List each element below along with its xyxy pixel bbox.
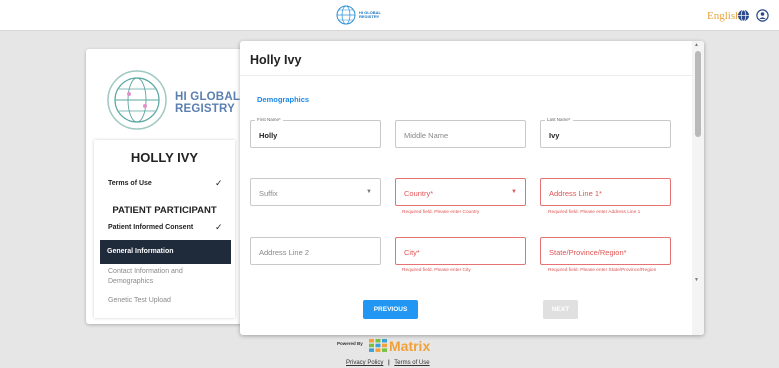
last-name-field[interactable]: Last Name* Ivy	[540, 117, 671, 148]
matrix-brand: Matrix	[389, 338, 431, 354]
state-field[interactable]: State/Province/Region*	[540, 237, 671, 265]
user-account-icon[interactable]	[756, 9, 769, 22]
country-placeholder: Country*	[404, 189, 434, 198]
suffix-select[interactable]: Suffix ▼	[250, 178, 381, 206]
header-logo-text: HI GLOBAL REGISTRY	[359, 10, 383, 20]
demographics-section-link[interactable]: Demographics	[257, 95, 309, 104]
last-name-label: Last Name*	[545, 117, 573, 122]
address-line2-placeholder: Address Line 2	[259, 248, 310, 257]
form-card: Holly Ivy Demographics First Name* Holly…	[240, 41, 704, 335]
step-genetic-test-upload[interactable]: Genetic Test Upload	[108, 297, 171, 304]
patient-name: HOLLY IVY	[130, 150, 199, 165]
last-name-value: Ivy	[549, 131, 560, 140]
globe-icon[interactable]	[737, 9, 750, 22]
city-field[interactable]: City*	[395, 237, 526, 265]
step-informed-consent[interactable]: Patient Informed Consent	[108, 224, 193, 231]
dropdown-arrow-icon: ▼	[511, 189, 517, 195]
top-bar: HI GLOBAL REGISTRY English	[0, 0, 779, 31]
scrollbar-thumb[interactable]	[695, 51, 701, 137]
sidebar-logo-line2: REGISTRY	[175, 103, 235, 115]
address-line1-error: Required field. Please enter Address Lin…	[548, 210, 641, 215]
middle-name-field[interactable]: Middle Name	[395, 120, 526, 148]
section-heading-patient-participant: PATIENT PARTICIPANT	[112, 205, 217, 216]
sidebar-logo-text: HI GLOBAL REGISTRY	[175, 91, 240, 115]
city-placeholder: City*	[404, 248, 420, 257]
first-name-label: First Name*	[255, 117, 283, 122]
form-title: Holly Ivy	[250, 53, 302, 67]
header-logo-line2: REGISTRY	[359, 14, 380, 19]
checkmark-icon: ✓	[215, 222, 223, 232]
sidebar-logo-line1: HI GLOBAL	[175, 91, 241, 103]
country-select[interactable]: Country* ▼	[395, 178, 526, 206]
first-name-value: Holly	[259, 131, 278, 140]
country-error: Required field. Please enter Country	[402, 210, 480, 215]
privacy-policy-link[interactable]: Privacy Policy	[346, 360, 383, 366]
address-line1-placeholder: Address Line 1*	[549, 189, 602, 198]
suffix-placeholder: Suffix	[259, 189, 278, 198]
matrix-logo-icon	[369, 339, 387, 352]
terms-of-use-link[interactable]: Terms of Use	[394, 360, 429, 366]
checkmark-icon: ✓	[215, 178, 223, 188]
address-line1-field[interactable]: Address Line 1*	[540, 178, 671, 206]
registry-globe-icon	[336, 5, 356, 25]
previous-button[interactable]: PREVIOUS	[363, 300, 418, 319]
footer-links: Privacy Policy | Terms of Use	[346, 360, 430, 366]
first-name-field[interactable]: First Name* Holly	[250, 117, 381, 148]
progress-steps-panel: HOLLY IVY Terms of Use ✓ PATIENT PARTICI…	[94, 140, 235, 318]
next-button[interactable]: NEXT	[543, 300, 578, 319]
scroll-down-arrow-icon[interactable]: ▼	[694, 277, 699, 283]
address-line2-field[interactable]: Address Line 2	[250, 237, 381, 265]
step-terms-of-use[interactable]: Terms of Use	[108, 180, 152, 187]
registry-globe-logo-icon	[107, 70, 167, 130]
footer-separator: |	[388, 360, 390, 366]
header-logo[interactable]: HI GLOBAL REGISTRY	[335, 4, 383, 26]
city-error: Required field. Please enter City	[402, 268, 471, 273]
state-error: Required field. Please enter State/Provi…	[548, 268, 657, 273]
state-placeholder: State/Province/Region*	[549, 248, 627, 257]
dropdown-arrow-icon: ▼	[366, 189, 372, 195]
step-general-information[interactable]: General Information	[100, 240, 231, 264]
step-contact-information[interactable]: Contact Information and Demographics	[108, 267, 218, 287]
language-selector[interactable]: English	[707, 10, 741, 22]
powered-by-label: Powered By	[337, 341, 363, 346]
scroll-up-arrow-icon[interactable]: ▲	[694, 42, 699, 48]
middle-name-placeholder: Middle Name	[404, 131, 449, 140]
divider	[240, 75, 692, 76]
